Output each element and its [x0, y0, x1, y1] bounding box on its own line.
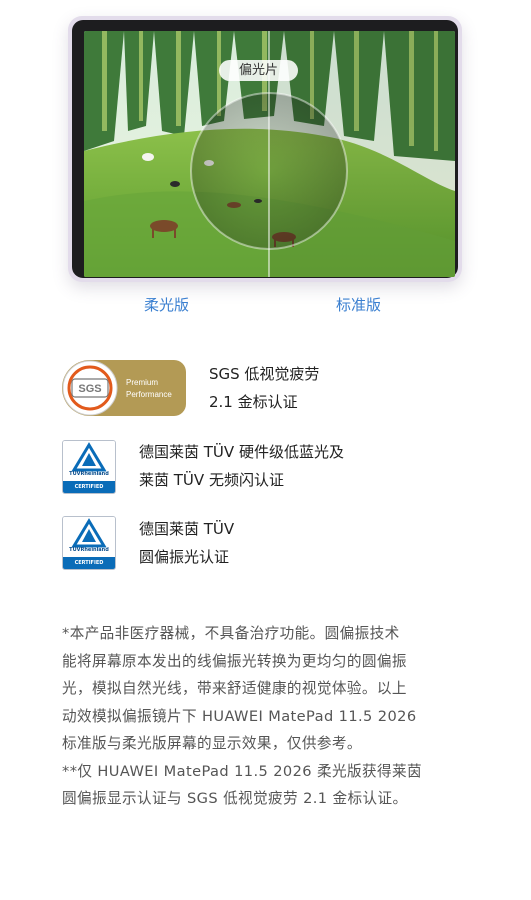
tuv-polarization-line2: 圆偏振光认证 [139, 548, 230, 566]
svg-text:Performance: Performance [126, 390, 172, 399]
footnote-line: 能将屏幕原本发出的线偏振光转换为更均匀的圆偏振 [62, 652, 407, 670]
footnote-line: 标准版与柔光版屏幕的显示效果，仅供参考。 [62, 735, 362, 752]
sgs-cert-line1: SGS 低视觉疲劳 [209, 365, 320, 383]
sgs-cert-text: SGS 低视觉疲劳 2.1 金标认证 [209, 360, 319, 416]
footnote-line: *本产品非医疗器械，不具备治疗功能。圆偏振技术 [62, 625, 400, 642]
tuv-polarization-line1: 德国莱茵 TÜV [139, 520, 235, 538]
tuv-triangle-icon [71, 518, 107, 548]
tablet-device [68, 16, 462, 282]
svg-text:Premium: Premium [126, 378, 158, 387]
caption-standard: 标准版 [336, 296, 382, 314]
tuv-badge-logo: TÜVRheinland CERTIFIED [62, 440, 116, 494]
tablet-bezel [72, 20, 458, 278]
footnote-line: 圆偏振显示认证与 SGS 低视觉疲劳 2.1 金标认证。 [62, 790, 408, 807]
tuv-blue-light-line2: 莱茵 TÜV 无频闪认证 [139, 471, 284, 489]
tuv-triangle-icon [71, 442, 107, 472]
disclaimer-footnote: *本产品非医疗器械，不具备治疗功能。圆偏振技术 能将屏幕原本发出的线偏振光转换为… [62, 620, 474, 813]
svg-text:SGS: SGS [78, 383, 101, 395]
tuv-blue-light-line1: 德国莱茵 TÜV 硬件级低蓝光及 [139, 443, 344, 461]
sgs-cert-line2: 2.1 金标认证 [209, 393, 298, 411]
caption-soft-light: 柔光版 [144, 296, 190, 314]
footnote-line: 光，模拟自然光线，带来舒适健康的视觉体验。以上 [62, 680, 407, 697]
tuv-blue-light-text: 德国莱茵 TÜV 硬件级低蓝光及 莱茵 TÜV 无频闪认证 [139, 438, 344, 494]
tuv-polarization-text: 德国莱茵 TÜV 圆偏振光认证 [139, 515, 234, 571]
sgs-badge-logo: SGS Premium Performance [62, 360, 186, 416]
polarizer-label: 偏光片 [219, 60, 298, 81]
footnote-line: 动效模拟偏振镜片下 HUAWEI MatePad 11.5 2026 [62, 707, 417, 725]
footnote-line: **仅 HUAWEI MatePad 11.5 2026 柔光版获得莱茵 [62, 762, 422, 780]
tuv-badge-logo: TÜVRheinland CERTIFIED [62, 516, 116, 570]
